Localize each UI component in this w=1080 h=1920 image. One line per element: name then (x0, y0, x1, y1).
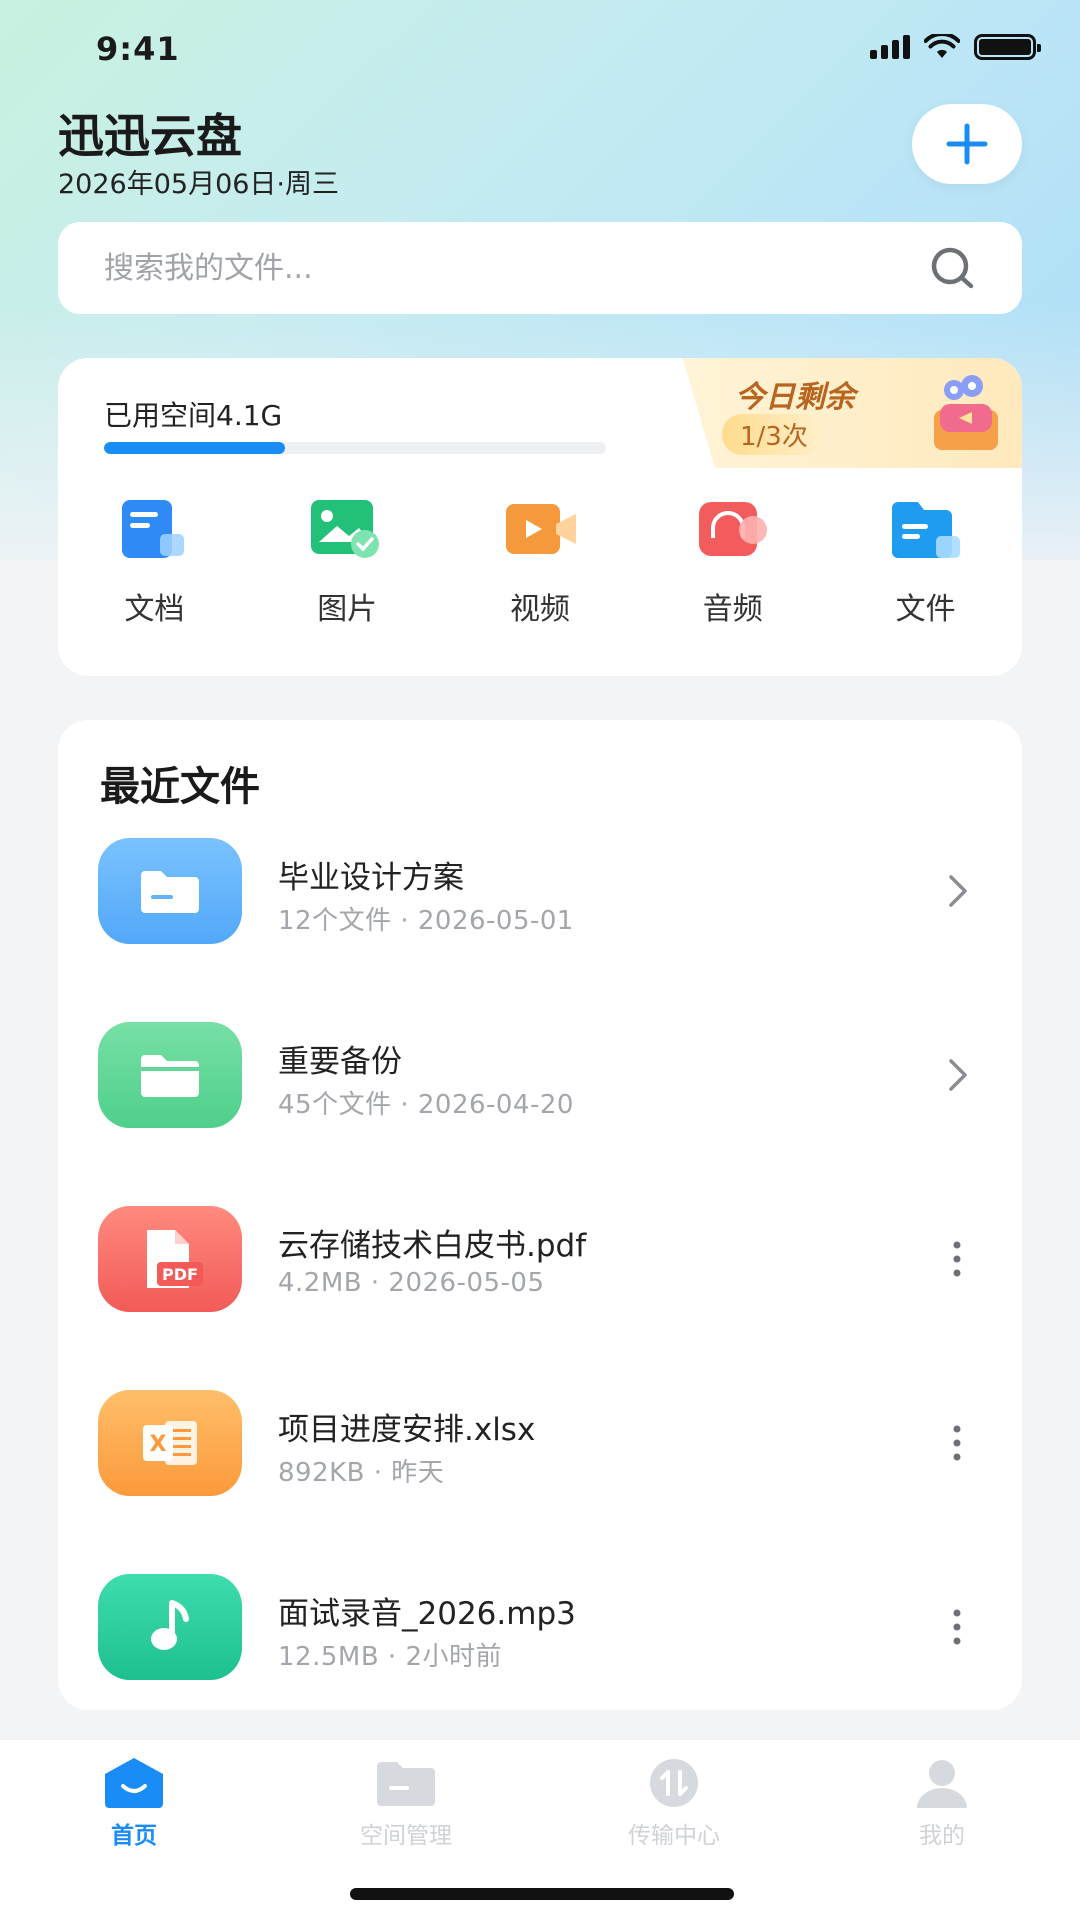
tab-me[interactable]: 我的 (842, 1756, 1042, 1850)
storage-card: 已用空间4.1G 今日剩余 1/3次 文档 图片 视频 音频 文件 (58, 358, 1022, 676)
app-title: 迅迅云盘 (58, 109, 242, 163)
tab-transfer-center[interactable]: 传输中心 (574, 1756, 774, 1850)
file-name: 项目进度安排.xlsx (278, 1412, 536, 1448)
list-item[interactable]: X 项目进度安排.xlsx 892KB · 昨天 (58, 1390, 1022, 1574)
category-grid: 文档 图片 视频 音频 文件 (58, 498, 1022, 628)
recent-files-list: 毕业设计方案 12个文件 · 2026-05-01 重要备份 45个文件 · 2… (58, 838, 1022, 1758)
category-label: 文件 (895, 592, 956, 627)
category-label: 文档 (124, 592, 185, 627)
home-indicator (350, 1888, 734, 1900)
list-item[interactable]: 毕业设计方案 12个文件 · 2026-05-01 (58, 838, 1022, 1022)
recent-files-card: 最近文件 毕业设计方案 12个文件 · 2026-05-01 重要备份 45个文… (58, 720, 1022, 1710)
storage-progress-bar (104, 442, 606, 454)
tab-label: 首页 (111, 1823, 157, 1849)
file-name: 云存储技术白皮书.pdf (278, 1228, 587, 1264)
tab-label: 空间管理 (360, 1823, 452, 1849)
file-name: 面试录音_2026.mp3 (278, 1596, 576, 1632)
svg-text:PDF: PDF (162, 1265, 198, 1284)
list-item[interactable]: PDF 云存储技术白皮书.pdf 4.2MB · 2026-05-05 (58, 1206, 1022, 1390)
battery-icon (974, 34, 1041, 60)
status-icons (870, 34, 1041, 60)
list-item[interactable]: 面试录音_2026.mp3 12.5MB · 2小时前 (58, 1574, 1022, 1758)
excel-icon: X (98, 1390, 242, 1496)
file-meta: 12个文件 · 2026-05-01 (278, 906, 574, 936)
more-vertical-icon[interactable] (932, 1234, 982, 1284)
storage-progress-fill (104, 442, 285, 454)
category-label: 视频 (509, 592, 570, 627)
folder-icon (98, 838, 242, 944)
file-name: 重要备份 (278, 1044, 402, 1080)
cellular-signal-icon (870, 35, 910, 59)
more-vertical-icon[interactable] (932, 1602, 982, 1652)
more-vertical-icon[interactable] (932, 1418, 982, 1468)
category-images[interactable]: 图片 (251, 498, 444, 628)
music-icon (98, 1574, 242, 1680)
transfer-icon (650, 1759, 698, 1807)
wifi-icon (924, 34, 960, 58)
daily-quota-banner[interactable]: 今日剩余 1/3次 (682, 358, 1022, 468)
search-bar[interactable] (58, 222, 1022, 314)
home-icon (105, 1758, 163, 1808)
header-date: 2026年05月06日·周三 (58, 169, 340, 200)
category-documents[interactable]: 文档 (58, 498, 251, 628)
chevron-right-icon[interactable] (932, 866, 982, 916)
storage-used-label: 已用空间4.1G (104, 399, 283, 432)
pdf-icon: PDF (98, 1206, 242, 1312)
svg-text:X: X (150, 1432, 167, 1457)
quota-count: 1/3次 (722, 414, 826, 455)
folder-icon (891, 502, 960, 558)
audio-icon (698, 502, 767, 556)
tab-home[interactable]: 首页 (34, 1756, 234, 1850)
file-meta: 892KB · 昨天 (278, 1458, 445, 1488)
gift-icon (934, 375, 998, 450)
file-meta: 12.5MB · 2小时前 (278, 1642, 502, 1672)
category-audio[interactable]: 音频 (636, 498, 829, 628)
image-icon (311, 500, 380, 558)
file-meta: 45个文件 · 2026-04-20 (278, 1090, 574, 1120)
document-icon (122, 500, 185, 558)
tab-label: 我的 (919, 1823, 965, 1849)
category-videos[interactable]: 视频 (444, 498, 637, 628)
chevron-right-icon[interactable] (932, 1050, 982, 1100)
search-input[interactable] (104, 250, 928, 286)
plus-icon (946, 123, 988, 165)
file-name: 毕业设计方案 (278, 860, 464, 896)
video-icon (505, 504, 576, 554)
recent-files-title: 最近文件 (100, 764, 260, 810)
file-meta: 4.2MB · 2026-05-05 (278, 1268, 545, 1298)
category-label: 音频 (702, 592, 763, 627)
category-files[interactable]: 文件 (829, 498, 1022, 628)
folder-icon (98, 1022, 242, 1128)
folder-icon (377, 1762, 435, 1806)
status-time: 9:41 (96, 30, 180, 68)
list-item[interactable]: 重要备份 45个文件 · 2026-04-20 (58, 1022, 1022, 1206)
add-button[interactable] (912, 104, 1022, 184)
category-label: 图片 (317, 592, 378, 627)
status-bar: 9:41 (0, 0, 1080, 100)
tab-space-management[interactable]: 空间管理 (306, 1756, 506, 1850)
tab-label: 传输中心 (628, 1823, 720, 1849)
search-icon[interactable] (928, 244, 976, 292)
quota-title: 今日剩余 (735, 380, 855, 415)
user-icon (917, 1760, 967, 1808)
